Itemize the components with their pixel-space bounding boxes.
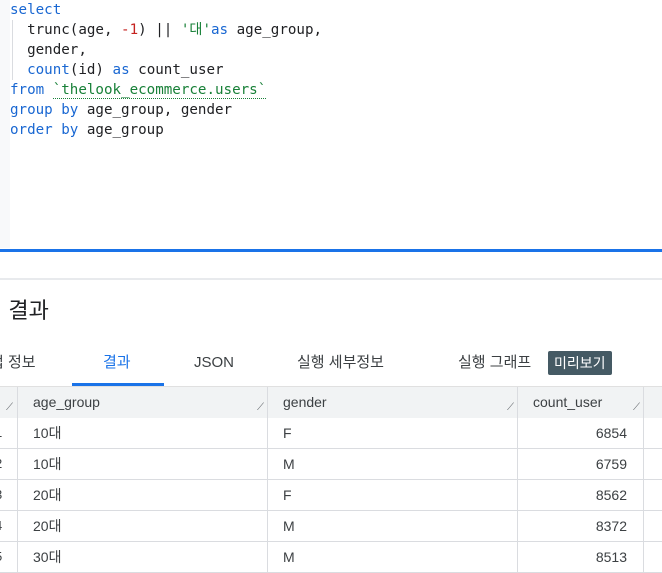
row-number[interactable]: 5 <box>0 542 18 572</box>
cell-gender[interactable]: F <box>268 480 518 510</box>
code-token: count_user <box>129 62 224 78</box>
code-token: as <box>112 62 130 78</box>
code-line[interactable]: gender, <box>10 40 322 60</box>
column-resize-icon[interactable]: ⟋ <box>257 403 264 413</box>
cell-count-user[interactable]: 8562 <box>518 480 644 510</box>
code-line[interactable]: trunc(age, -1) || '대'as age_group, <box>10 20 322 40</box>
table-header-row: ⟋ age_group ⟋ gender ⟋ count_user ⟋ <box>0 387 662 419</box>
row-number[interactable]: 1 <box>0 418 18 448</box>
cell-count-user[interactable]: 6854 <box>518 418 644 448</box>
pane-splitter[interactable] <box>0 249 662 252</box>
code-token: age_group, <box>228 22 323 38</box>
column-header-gender[interactable]: gender ⟋ <box>268 387 518 418</box>
table-row[interactable]: 420대M8372 <box>0 511 662 542</box>
cell-count-user[interactable]: 6759 <box>518 449 644 479</box>
code-token: order by <box>10 122 79 138</box>
column-resize-icon[interactable]: ⟋ <box>507 403 514 413</box>
tab-json[interactable]: JSON <box>194 340 234 384</box>
column-resize-icon[interactable]: ⟋ <box>6 403 13 413</box>
cell-gender[interactable]: F <box>268 418 518 448</box>
code-token: `thelook_ecommerce.users` <box>52 82 267 99</box>
column-resize-icon[interactable]: ⟋ <box>633 403 640 413</box>
tab-results[interactable]: 결과 <box>103 340 131 384</box>
code-line[interactable]: select <box>10 0 322 20</box>
preview-badge: 미리보기 <box>548 351 612 375</box>
table-row[interactable]: 320대F8562 <box>0 480 662 511</box>
code-token: gender, <box>10 42 87 58</box>
code-token: select <box>10 2 62 18</box>
code-line[interactable]: from `thelook_ecommerce.users` <box>10 80 322 100</box>
code-line[interactable]: count(id) as count_user <box>10 60 322 80</box>
pane-divider <box>0 278 662 280</box>
code-token: age_group <box>78 122 164 138</box>
code-token: (id) <box>69 62 113 78</box>
table-row[interactable]: 110대F6854 <box>0 418 662 449</box>
code-token: ) || <box>138 22 181 38</box>
code-token: group by <box>10 102 79 118</box>
cell-age-group[interactable]: 10대 <box>18 449 268 479</box>
column-header-label: count_user <box>533 394 603 410</box>
column-header-count-user[interactable]: count_user ⟋ <box>518 387 644 418</box>
column-header-label: age_group <box>33 394 100 410</box>
table-row[interactable]: 530대M8513 <box>0 542 662 573</box>
cell-gender[interactable]: M <box>268 511 518 541</box>
cell-age-group[interactable]: 10대 <box>18 418 268 448</box>
column-header-label: gender <box>283 394 327 410</box>
code-token: from <box>10 82 53 98</box>
cell-age-group[interactable]: 30대 <box>18 542 268 572</box>
active-tab-indicator <box>72 383 164 386</box>
code-token: -1 <box>121 22 139 38</box>
cell-count-user[interactable]: 8372 <box>518 511 644 541</box>
row-number[interactable]: 2 <box>0 449 18 479</box>
code-line[interactable]: order by age_group <box>10 120 322 140</box>
table-row[interactable]: 210대M6759 <box>0 449 662 480</box>
results-title: 리 결과 <box>0 298 49 323</box>
tab-execution-details[interactable]: 실행 세부정보 <box>297 340 384 384</box>
row-number[interactable]: 4 <box>0 511 18 541</box>
code-token: as <box>211 22 229 38</box>
cell-gender[interactable]: M <box>268 542 518 572</box>
code-line[interactable]: group by age_group, gender <box>10 100 322 120</box>
sql-editor[interactable]: select trunc(age, -1) || '대'as age_group… <box>0 0 662 250</box>
cell-gender[interactable]: M <box>268 449 518 479</box>
tab-job-info[interactable]: 업 정보 <box>0 340 36 384</box>
cell-age-group[interactable]: 20대 <box>18 480 268 510</box>
code-token: count <box>27 62 70 78</box>
row-number[interactable]: 3 <box>0 480 18 510</box>
column-header-age-group[interactable]: age_group ⟋ <box>18 387 268 418</box>
cell-count-user[interactable]: 8513 <box>518 542 644 572</box>
sql-code[interactable]: select trunc(age, -1) || '대'as age_group… <box>10 0 322 140</box>
row-number-header: ⟋ <box>0 387 18 418</box>
code-token: age_group, gender <box>78 102 233 118</box>
code-token: '대' <box>180 22 211 38</box>
cell-age-group[interactable]: 20대 <box>18 511 268 541</box>
tab-execution-graph[interactable]: 실행 그래프 <box>458 340 531 384</box>
editor-gutter <box>0 0 10 248</box>
code-token: trunc(age, <box>10 22 122 38</box>
